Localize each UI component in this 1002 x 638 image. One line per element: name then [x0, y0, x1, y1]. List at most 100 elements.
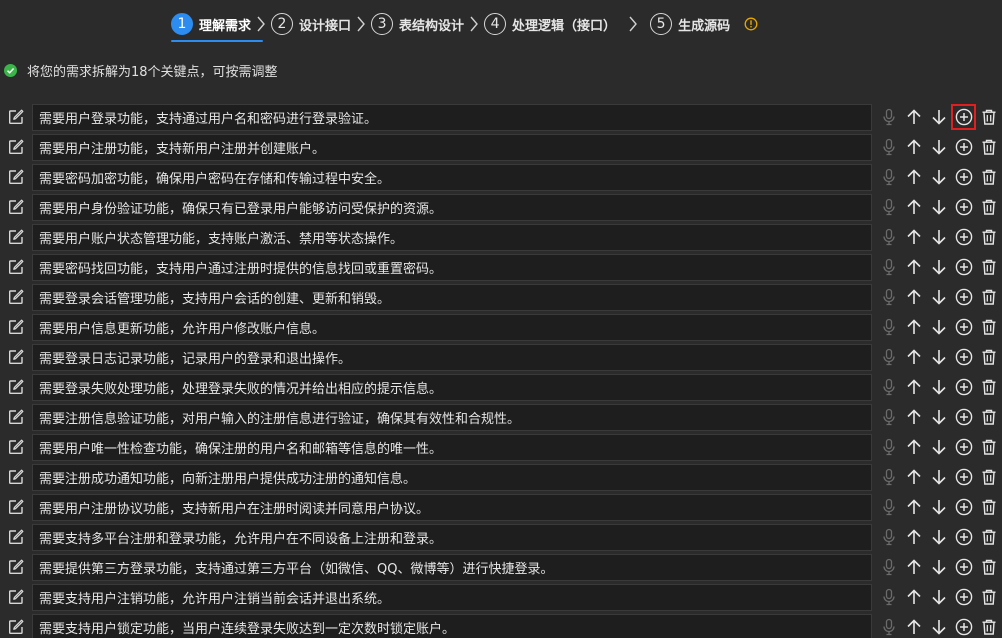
- edit-icon[interactable]: [6, 167, 26, 187]
- move-up-button[interactable]: [901, 494, 926, 520]
- add-requirement-button[interactable]: [951, 104, 976, 130]
- delete-requirement-button[interactable]: [976, 344, 1001, 370]
- requirement-input[interactable]: 需要登录会话管理功能，支持用户会话的创建、更新和销毁。: [32, 283, 872, 311]
- microphone-icon[interactable]: [876, 584, 901, 610]
- delete-requirement-button[interactable]: [976, 284, 1001, 310]
- step-2-design-api[interactable]: 2 设计接口: [271, 10, 351, 38]
- edit-icon[interactable]: [6, 377, 26, 397]
- move-down-button[interactable]: [926, 194, 951, 220]
- edit-icon[interactable]: [6, 557, 26, 577]
- microphone-icon[interactable]: [876, 524, 901, 550]
- requirement-input[interactable]: 需要提供第三方登录功能，支持通过第三方平台（如微信、QQ、微博等）进行快捷登录。: [32, 553, 872, 581]
- requirement-input[interactable]: 需要用户注册功能，支持新用户注册并创建账户。: [32, 133, 872, 161]
- edit-icon[interactable]: [6, 437, 26, 457]
- edit-icon[interactable]: [6, 137, 26, 157]
- step-5-generate-source[interactable]: 5 生成源码: [650, 10, 730, 38]
- edit-icon[interactable]: [6, 587, 26, 607]
- edit-icon[interactable]: [6, 227, 26, 247]
- delete-requirement-button[interactable]: [976, 134, 1001, 160]
- move-down-button[interactable]: [926, 434, 951, 460]
- move-down-button[interactable]: [926, 614, 951, 638]
- microphone-icon[interactable]: [876, 314, 901, 340]
- add-requirement-button[interactable]: [951, 434, 976, 460]
- move-down-button[interactable]: [926, 404, 951, 430]
- move-down-button[interactable]: [926, 374, 951, 400]
- requirement-input[interactable]: 需要注册信息验证功能，对用户输入的注册信息进行验证，确保其有效性和合规性。: [32, 403, 872, 431]
- requirement-input[interactable]: 需要用户信息更新功能，允许用户修改账户信息。: [32, 313, 872, 341]
- microphone-icon[interactable]: [876, 464, 901, 490]
- delete-requirement-button[interactable]: [976, 254, 1001, 280]
- edit-icon[interactable]: [6, 197, 26, 217]
- step-4-processing-logic[interactable]: 4 处理逻辑（接口）: [484, 10, 616, 38]
- move-down-button[interactable]: [926, 284, 951, 310]
- microphone-icon[interactable]: [876, 254, 901, 280]
- move-down-button[interactable]: [926, 494, 951, 520]
- microphone-icon[interactable]: [876, 194, 901, 220]
- requirement-input[interactable]: 需要注册成功通知功能，向新注册用户提供成功注册的通知信息。: [32, 463, 872, 491]
- edit-icon[interactable]: [6, 347, 26, 367]
- add-requirement-button[interactable]: [951, 614, 976, 638]
- microphone-icon[interactable]: [876, 494, 901, 520]
- edit-icon[interactable]: [6, 467, 26, 487]
- move-up-button[interactable]: [901, 434, 926, 460]
- delete-requirement-button[interactable]: [976, 584, 1001, 610]
- move-up-button[interactable]: [901, 404, 926, 430]
- move-down-button[interactable]: [926, 164, 951, 190]
- move-down-button[interactable]: [926, 104, 951, 130]
- move-down-button[interactable]: [926, 314, 951, 340]
- microphone-icon[interactable]: [876, 134, 901, 160]
- move-up-button[interactable]: [901, 104, 926, 130]
- delete-requirement-button[interactable]: [976, 374, 1001, 400]
- delete-requirement-button[interactable]: [976, 494, 1001, 520]
- move-up-button[interactable]: [901, 584, 926, 610]
- move-down-button[interactable]: [926, 344, 951, 370]
- delete-requirement-button[interactable]: [976, 554, 1001, 580]
- requirement-input[interactable]: 需要登录日志记录功能，记录用户的登录和退出操作。: [32, 343, 872, 371]
- microphone-icon[interactable]: [876, 344, 901, 370]
- info-icon[interactable]: [744, 17, 758, 31]
- move-up-button[interactable]: [901, 164, 926, 190]
- delete-requirement-button[interactable]: [976, 404, 1001, 430]
- add-requirement-button[interactable]: [951, 344, 976, 370]
- move-up-button[interactable]: [901, 554, 926, 580]
- microphone-icon[interactable]: [876, 164, 901, 190]
- delete-requirement-button[interactable]: [976, 434, 1001, 460]
- add-requirement-button[interactable]: [951, 464, 976, 490]
- move-up-button[interactable]: [901, 284, 926, 310]
- delete-requirement-button[interactable]: [976, 314, 1001, 340]
- microphone-icon[interactable]: [876, 374, 901, 400]
- delete-requirement-button[interactable]: [976, 224, 1001, 250]
- move-down-button[interactable]: [926, 134, 951, 160]
- add-requirement-button[interactable]: [951, 284, 976, 310]
- move-up-button[interactable]: [901, 194, 926, 220]
- requirement-input[interactable]: 需要用户账户状态管理功能，支持账户激活、禁用等状态操作。: [32, 223, 872, 251]
- move-up-button[interactable]: [901, 524, 926, 550]
- move-up-button[interactable]: [901, 374, 926, 400]
- edit-icon[interactable]: [6, 497, 26, 517]
- edit-icon[interactable]: [6, 257, 26, 277]
- edit-icon[interactable]: [6, 617, 26, 637]
- requirement-input[interactable]: 需要用户身份验证功能，确保只有已登录用户能够访问受保护的资源。: [32, 193, 872, 221]
- requirement-input[interactable]: 需要密码找回功能，支持用户通过注册时提供的信息找回或重置密码。: [32, 253, 872, 281]
- requirement-input[interactable]: 需要支持用户锁定功能，当用户连续登录失败达到一定次数时锁定账户。: [32, 613, 872, 638]
- microphone-icon[interactable]: [876, 434, 901, 460]
- microphone-icon[interactable]: [876, 104, 901, 130]
- add-requirement-button[interactable]: [951, 164, 976, 190]
- step-3-table-design[interactable]: 3 表结构设计: [371, 10, 464, 38]
- edit-icon[interactable]: [6, 107, 26, 127]
- move-down-button[interactable]: [926, 584, 951, 610]
- edit-icon[interactable]: [6, 527, 26, 547]
- move-up-button[interactable]: [901, 344, 926, 370]
- move-down-button[interactable]: [926, 224, 951, 250]
- move-up-button[interactable]: [901, 134, 926, 160]
- add-requirement-button[interactable]: [951, 194, 976, 220]
- add-requirement-button[interactable]: [951, 254, 976, 280]
- add-requirement-button[interactable]: [951, 524, 976, 550]
- edit-icon[interactable]: [6, 407, 26, 427]
- microphone-icon[interactable]: [876, 554, 901, 580]
- requirement-input[interactable]: 需要用户登录功能，支持通过用户名和密码进行登录验证。: [32, 103, 872, 131]
- requirement-input[interactable]: 需要登录失败处理功能，处理登录失败的情况并给出相应的提示信息。: [32, 373, 872, 401]
- microphone-icon[interactable]: [876, 404, 901, 430]
- add-requirement-button[interactable]: [951, 584, 976, 610]
- add-requirement-button[interactable]: [951, 314, 976, 340]
